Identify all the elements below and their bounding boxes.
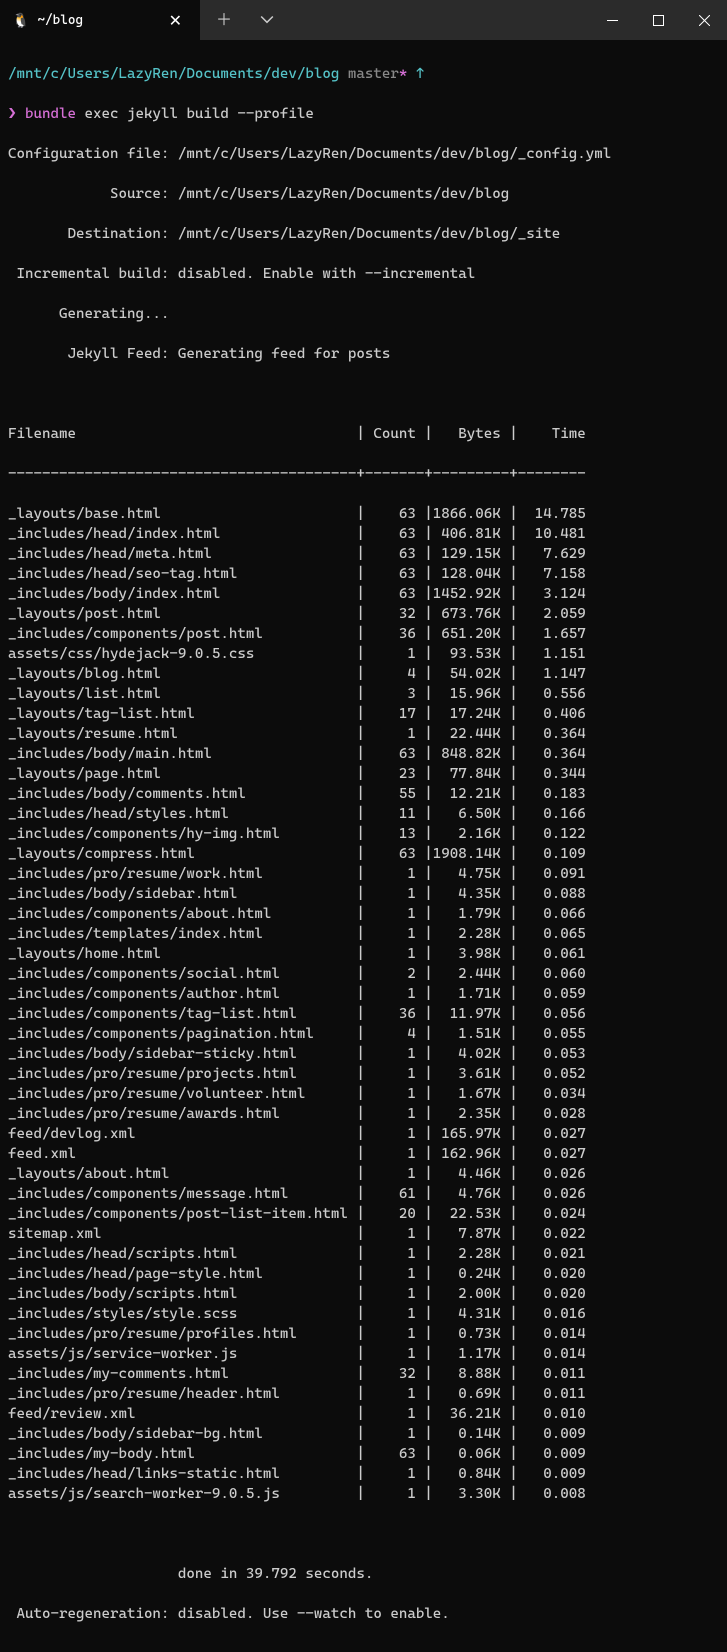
- maximize-icon: [653, 15, 664, 26]
- table-row: _layouts/home.html | 1 | 3.98K | 0.061: [8, 944, 719, 964]
- cwd-path: /mnt/c/Users/LazyRen/Documents/dev/blog: [8, 66, 339, 82]
- table-row: _includes/body/sidebar-sticky.html | 1 |…: [8, 1044, 719, 1064]
- table-row: feed.xml | 1 | 162.96K | 0.027: [8, 1144, 719, 1164]
- table-row: assets/js/service-worker.js | 1 | 1.17K …: [8, 1344, 719, 1364]
- maximize-button[interactable]: [635, 0, 681, 40]
- table-row: _includes/components/hy-img.html | 13 | …: [8, 824, 719, 844]
- table-row: _layouts/page.html | 23 | 77.84K | 0.344: [8, 764, 719, 784]
- table-row: _includes/head/seo-tag.html | 63 | 128.0…: [8, 564, 719, 584]
- tab-dropdown-button[interactable]: [250, 7, 284, 33]
- output-config: Configuration file: /mnt/c/Users/LazyRen…: [8, 144, 719, 164]
- close-tab-button[interactable]: ✕: [163, 9, 188, 33]
- table-row: _layouts/blog.html | 4 | 54.02K | 1.147: [8, 664, 719, 684]
- chevron-down-icon: [260, 13, 274, 27]
- table-row: _layouts/base.html | 63 |1866.06K | 14.7…: [8, 504, 719, 524]
- table-separator: ----------------------------------------…: [8, 464, 719, 484]
- output-destination: Destination: /mnt/c/Users/LazyRen/Docume…: [8, 224, 719, 244]
- tab-active[interactable]: 🐧 ~/blog ✕: [0, 0, 200, 40]
- table-row: _includes/components/message.html | 61 |…: [8, 1184, 719, 1204]
- table-row: _includes/head/meta.html | 63 | 129.15K …: [8, 544, 719, 564]
- git-dirty-indicator: *: [399, 66, 408, 82]
- table-row: _includes/head/links-static.html | 1 | 0…: [8, 1464, 719, 1484]
- table-row: _includes/head/page-style.html | 1 | 0.2…: [8, 1264, 719, 1284]
- output-source: Source: /mnt/c/Users/LazyRen/Documents/d…: [8, 184, 719, 204]
- table-row: _includes/my-comments.html | 32 | 8.88K …: [8, 1364, 719, 1384]
- table-row: _includes/templates/index.html | 1 | 2.2…: [8, 924, 719, 944]
- table-row: _includes/styles/style.scss | 1 | 4.31K …: [8, 1304, 719, 1324]
- table-row: _layouts/compress.html | 63 |1908.14K | …: [8, 844, 719, 864]
- table-body: _layouts/base.html | 63 |1866.06K | 14.7…: [8, 504, 719, 1504]
- minimize-icon: [607, 15, 618, 26]
- table-row: _includes/pro/resume/awards.html | 1 | 2…: [8, 1104, 719, 1124]
- table-row: _includes/my-body.html | 63 | 0.06K | 0.…: [8, 1444, 719, 1464]
- table-row: _includes/body/sidebar-bg.html | 1 | 0.1…: [8, 1424, 719, 1444]
- table-row: sitemap.xml | 1 | 7.87K | 0.022: [8, 1224, 719, 1244]
- blank-line: [8, 384, 719, 404]
- close-window-button[interactable]: [681, 0, 727, 40]
- table-row: assets/css/hydejack-9.0.5.css | 1 | 93.5…: [8, 644, 719, 664]
- prompt-line-1: /mnt/c/Users/LazyRen/Documents/dev/blog …: [8, 64, 719, 84]
- table-row: _layouts/tag-list.html | 17 | 17.24K | 0…: [8, 704, 719, 724]
- close-icon: [699, 15, 710, 26]
- table-row: _includes/head/index.html | 63 | 406.81K…: [8, 524, 719, 544]
- output-generating: Generating...: [8, 304, 719, 324]
- table-row: _includes/body/comments.html | 55 | 12.2…: [8, 784, 719, 804]
- table-row: _includes/pro/resume/header.html | 1 | 0…: [8, 1384, 719, 1404]
- table-row: _includes/head/styles.html | 11 | 6.50K …: [8, 804, 719, 824]
- prompt-line-2: ❯ bundle exec jekyll build --profile: [8, 104, 719, 124]
- table-row: _includes/body/scripts.html | 1 | 2.00K …: [8, 1284, 719, 1304]
- table-row: _includes/pro/resume/work.html | 1 | 4.7…: [8, 864, 719, 884]
- table-row: _includes/pro/resume/profiles.html | 1 |…: [8, 1324, 719, 1344]
- table-row: _layouts/resume.html | 1 | 22.44K | 0.36…: [8, 724, 719, 744]
- table-row: _includes/components/post-list-item.html…: [8, 1204, 719, 1224]
- table-row: _includes/components/pagination.html | 4…: [8, 1024, 719, 1044]
- tab-strip: 🐧 ~/blog ✕ ＋: [0, 0, 290, 40]
- blank-line-2: [8, 1524, 719, 1544]
- title-bar: 🐧 ~/blog ✕ ＋: [0, 0, 727, 40]
- tab-actions: ＋: [200, 0, 290, 40]
- command-name: bundle: [25, 106, 76, 122]
- table-row: _includes/components/social.html | 2 | 2…: [8, 964, 719, 984]
- output-incremental: Incremental build: disabled. Enable with…: [8, 264, 719, 284]
- table-row: assets/js/search-worker-9.0.5.js | 1 | 3…: [8, 1484, 719, 1504]
- table-row: _includes/components/author.html | 1 | 1…: [8, 984, 719, 1004]
- terminal-output[interactable]: /mnt/c/Users/LazyRen/Documents/dev/blog …: [0, 40, 727, 1652]
- table-row: _includes/body/sidebar.html | 1 | 4.35K …: [8, 884, 719, 904]
- git-ahead-indicator: ↑: [416, 66, 425, 82]
- git-branch: master: [348, 66, 399, 82]
- minimize-button[interactable]: [589, 0, 635, 40]
- window-controls: [589, 0, 727, 40]
- table-row: _layouts/list.html | 3 | 15.96K | 0.556: [8, 684, 719, 704]
- output-feed: Jekyll Feed: Generating feed for posts: [8, 344, 719, 364]
- prompt-symbol: ❯: [8, 106, 17, 122]
- table-row: _includes/components/post.html | 36 | 65…: [8, 624, 719, 644]
- table-row: feed/review.xml | 1 | 36.21K | 0.010: [8, 1404, 719, 1424]
- table-row: _includes/body/main.html | 63 | 848.82K …: [8, 744, 719, 764]
- table-row: _layouts/post.html | 32 | 673.76K | 2.05…: [8, 604, 719, 624]
- tab-title: ~/blog: [37, 11, 83, 31]
- table-row: _includes/components/about.html | 1 | 1.…: [8, 904, 719, 924]
- new-tab-button[interactable]: ＋: [206, 4, 242, 36]
- table-row: _includes/pro/resume/volunteer.html | 1 …: [8, 1084, 719, 1104]
- output-autoregen: Auto-regeneration: disabled. Use --watch…: [8, 1604, 719, 1624]
- command-args: exec jekyll build --profile: [84, 106, 313, 122]
- table-row: _layouts/about.html | 1 | 4.46K | 0.026: [8, 1164, 719, 1184]
- table-row: _includes/body/index.html | 63 |1452.92K…: [8, 584, 719, 604]
- output-done: done in 39.792 seconds.: [8, 1564, 719, 1584]
- table-header: Filename | Count | Bytes | Time: [8, 424, 719, 444]
- table-row: feed/devlog.xml | 1 | 165.97K | 0.027: [8, 1124, 719, 1144]
- table-row: _includes/head/scripts.html | 1 | 2.28K …: [8, 1244, 719, 1264]
- table-row: _includes/components/tag-list.html | 36 …: [8, 1004, 719, 1024]
- penguin-icon: 🐧: [12, 11, 29, 31]
- table-row: _includes/pro/resume/projects.html | 1 |…: [8, 1064, 719, 1084]
